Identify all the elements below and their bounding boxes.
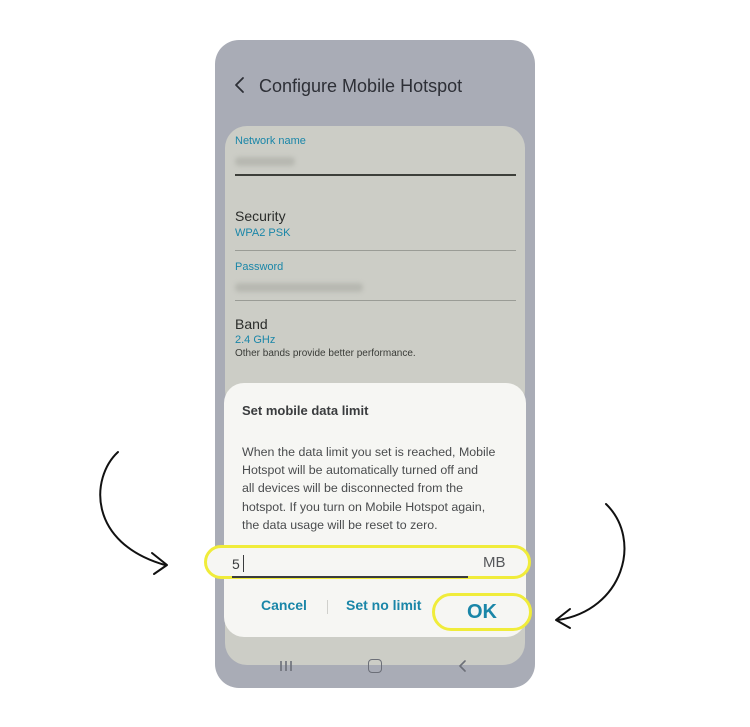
system-nav-bar (215, 644, 535, 688)
network-name-field[interactable] (235, 157, 295, 166)
network-name-underline (235, 174, 516, 176)
page-title: Configure Mobile Hotspot (259, 76, 463, 96)
curved-arrow-icon (555, 503, 626, 629)
password-label: Password (235, 261, 284, 273)
chevron-left-icon[interactable] (233, 76, 247, 94)
dialog-body-line: hotspot. If you turn on Mobile Hotspot a… (242, 499, 486, 514)
button-separator (327, 600, 328, 614)
app-bar: Configure Mobile Hotspot (215, 40, 535, 128)
dialog-body-line: the data usage will be reset to zero. (242, 517, 438, 532)
password-underline (235, 300, 516, 301)
password-field[interactable] (235, 283, 363, 292)
dialog-title: Set mobile data limit (242, 403, 369, 418)
divider (235, 250, 516, 251)
data-limit-input[interactable] (232, 553, 462, 575)
ok-button[interactable]: OK (432, 593, 532, 631)
input-underline (232, 576, 468, 578)
dialog-body-line: When the data limit you set is reached, … (242, 445, 496, 459)
set-no-limit-button[interactable]: Set no limit (346, 597, 421, 613)
curved-arrow-icon (99, 451, 168, 575)
band-value: 2.4 GHz (235, 334, 276, 346)
band-label: Band (235, 316, 268, 332)
text-cursor (243, 555, 244, 572)
hotspot-settings-card: Network name Security WPA2 PSK Password … (225, 126, 525, 412)
security-label: Security (235, 208, 286, 224)
recents-icon[interactable] (279, 660, 293, 672)
cancel-button[interactable]: Cancel (261, 597, 307, 613)
band-note: Other bands provide better performance. (235, 348, 416, 359)
unit-label: MB (483, 554, 506, 571)
back-nav-icon[interactable] (458, 660, 468, 672)
home-icon[interactable] (368, 659, 382, 673)
network-name-label: Network name (235, 135, 306, 147)
dialog-body-line: Hotspot will be automatically turned off… (242, 463, 479, 478)
security-value: WPA2 PSK (235, 227, 291, 239)
dialog-body-line: all devices will be disconnected from th… (242, 481, 464, 496)
dialog-body: When the data limit you set is reached, … (242, 443, 510, 534)
data-limit-field-highlight: MB (204, 545, 531, 579)
